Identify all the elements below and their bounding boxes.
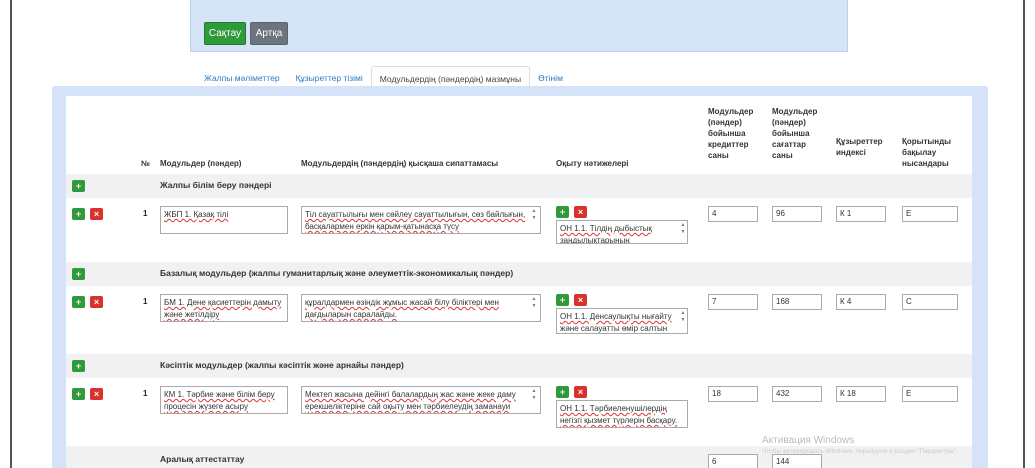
module-description-text: Тіл сауаттылығы мен сөйлеу сауаттылығын,…	[305, 210, 526, 231]
row-number: 1	[143, 389, 148, 398]
scroll-arrows-icon[interactable]: ▲ ▼	[531, 296, 537, 310]
module-name-field[interactable]: ЖБП 1. Қазақ тілі	[160, 206, 288, 234]
learning-outcome-text: ОН 1.1. Денсаулықты нығайту және салауат…	[560, 312, 672, 333]
learning-outcome-text: ОН 1.1. Тәрбиеленушілердің негізгі қызме…	[560, 404, 678, 425]
hours-input[interactable]: 168	[772, 294, 822, 310]
col-header-hours: Модульдер (пәндер) бойынша сағаттар саны	[772, 107, 818, 160]
module-name-field[interactable]: БМ 1. Дене қасиеттерін дамыту және жетіл…	[160, 294, 288, 322]
delete-row-button[interactable]: ×	[90, 388, 103, 400]
col-header-credits: Модульдер (пәндер) бойынша кредиттер сан…	[708, 107, 754, 160]
attestation-credits-input[interactable]: 6	[708, 454, 758, 468]
control-form-input[interactable]: Е	[902, 206, 958, 222]
credits-input[interactable]: 18	[708, 386, 758, 402]
attestation-hours-input[interactable]: 144	[772, 454, 822, 468]
competency-index-input[interactable]: К 4	[836, 294, 886, 310]
hours-input[interactable]: 432	[772, 386, 822, 402]
competency-index-input[interactable]: К 18	[836, 386, 886, 402]
content-panel: № Модульдер (пәндер) Модульдердің (пәнде…	[52, 86, 988, 468]
credits-input[interactable]: 7	[708, 294, 758, 310]
row-number: 1	[143, 209, 148, 218]
section-title: Базалық модульдер (жалпы гуманитарлық жә…	[160, 268, 514, 278]
delete-row-button[interactable]: ×	[90, 208, 103, 220]
col-header-module: Модульдер (пәндер)	[160, 159, 242, 168]
module-description-field[interactable]: Тіл сауаттылығы мен сөйлеу сауаттылығын,…	[301, 206, 541, 234]
add-section-button[interactable]: +	[72, 180, 85, 192]
col-header-control: Қорытынды бақылау нысандары	[902, 137, 951, 168]
add-row-button[interactable]: +	[72, 388, 85, 400]
module-name-text: БМ 1. Дене қасиеттерін дамыту және жетіл…	[164, 298, 282, 319]
windows-activation-subtitle: Чтобы активировать Windows, перейдите в …	[762, 448, 959, 455]
modules-table: № Модульдер (пәндер) Модульдердің (пәнде…	[66, 96, 972, 468]
windows-activation-watermark: Активация Windows	[762, 435, 855, 446]
credits-input[interactable]: 4	[708, 206, 758, 222]
scroll-arrows-icon[interactable]: ▲ ▼	[680, 222, 686, 236]
module-name-text: КМ 1. Тәрбие және білім беру процесін жү…	[164, 390, 275, 411]
col-header-outcomes: Оқыту нәтижелері	[556, 159, 629, 168]
module-description-text: Мектеп жасына дейінгі балалардың жас жән…	[305, 390, 516, 411]
competency-index-input[interactable]: К 1	[836, 206, 886, 222]
section-title: Жалпы білім беру пәндері	[160, 180, 272, 190]
module-description-text: құралдармен өзіндік жұмыс жасай білу біл…	[305, 298, 499, 319]
col-header-desc: Модульдердің (пәндердің) қысқаша сипатта…	[301, 159, 499, 168]
add-outcome-button[interactable]: +	[556, 386, 569, 398]
section-title: Кәсіптік модульдер (жалпы кәсіптік және …	[160, 360, 404, 370]
app-frame: Сақтау Артқа Жалпы мәліметтер Құзыреттер…	[10, 0, 1025, 468]
attestation-title: Аралық аттестаттау	[160, 454, 245, 464]
add-outcome-button[interactable]: +	[556, 206, 569, 218]
scroll-arrows-icon[interactable]: ▲ ▼	[531, 208, 537, 222]
delete-outcome-button[interactable]: ×	[574, 206, 587, 218]
module-description-field[interactable]: Мектеп жасына дейінгі балалардың жас жән…	[301, 386, 541, 414]
learning-outcome-field[interactable]: ОН 1.1. Тәрбиеленушілердің негізгі қызме…	[556, 400, 688, 428]
scroll-arrows-icon[interactable]: ▲ ▼	[680, 310, 686, 324]
back-button[interactable]: Артқа	[250, 22, 288, 45]
module-description-field[interactable]: құралдармен өзіндік жұмыс жасай білу біл…	[301, 294, 541, 322]
scroll-arrows-icon[interactable]: ▲ ▼	[531, 388, 537, 402]
add-row-button[interactable]: +	[72, 208, 85, 220]
action-bar: Сақтау Артқа	[190, 0, 848, 52]
col-header-comp: Құзыреттер индексі	[836, 137, 883, 157]
hours-input[interactable]: 96	[772, 206, 822, 222]
add-section-button[interactable]: +	[72, 360, 85, 372]
add-section-button[interactable]: +	[72, 268, 85, 280]
save-button[interactable]: Сақтау	[204, 22, 246, 45]
learning-outcome-text: ОН 1.1. Тілдің дыбыстық заңдылықтарының	[560, 224, 652, 244]
delete-outcome-button[interactable]: ×	[574, 386, 587, 398]
delete-outcome-button[interactable]: ×	[574, 294, 587, 306]
module-name-field[interactable]: КМ 1. Тәрбие және білім беру процесін жү…	[160, 386, 288, 414]
add-row-button[interactable]: +	[72, 296, 85, 308]
delete-row-button[interactable]: ×	[90, 296, 103, 308]
learning-outcome-field[interactable]: ОН 1.1. Денсаулықты нығайту және салауат…	[556, 308, 688, 334]
add-outcome-button[interactable]: +	[556, 294, 569, 306]
module-name-text: ЖБП 1. Қазақ тілі	[164, 210, 229, 219]
control-form-input[interactable]: С	[902, 294, 958, 310]
learning-outcome-field[interactable]: ОН 1.1. Тілдің дыбыстық заңдылықтарының	[556, 220, 688, 244]
row-number: 1	[143, 297, 148, 306]
control-form-input[interactable]: Е	[902, 386, 958, 402]
col-header-num: №	[141, 159, 150, 168]
